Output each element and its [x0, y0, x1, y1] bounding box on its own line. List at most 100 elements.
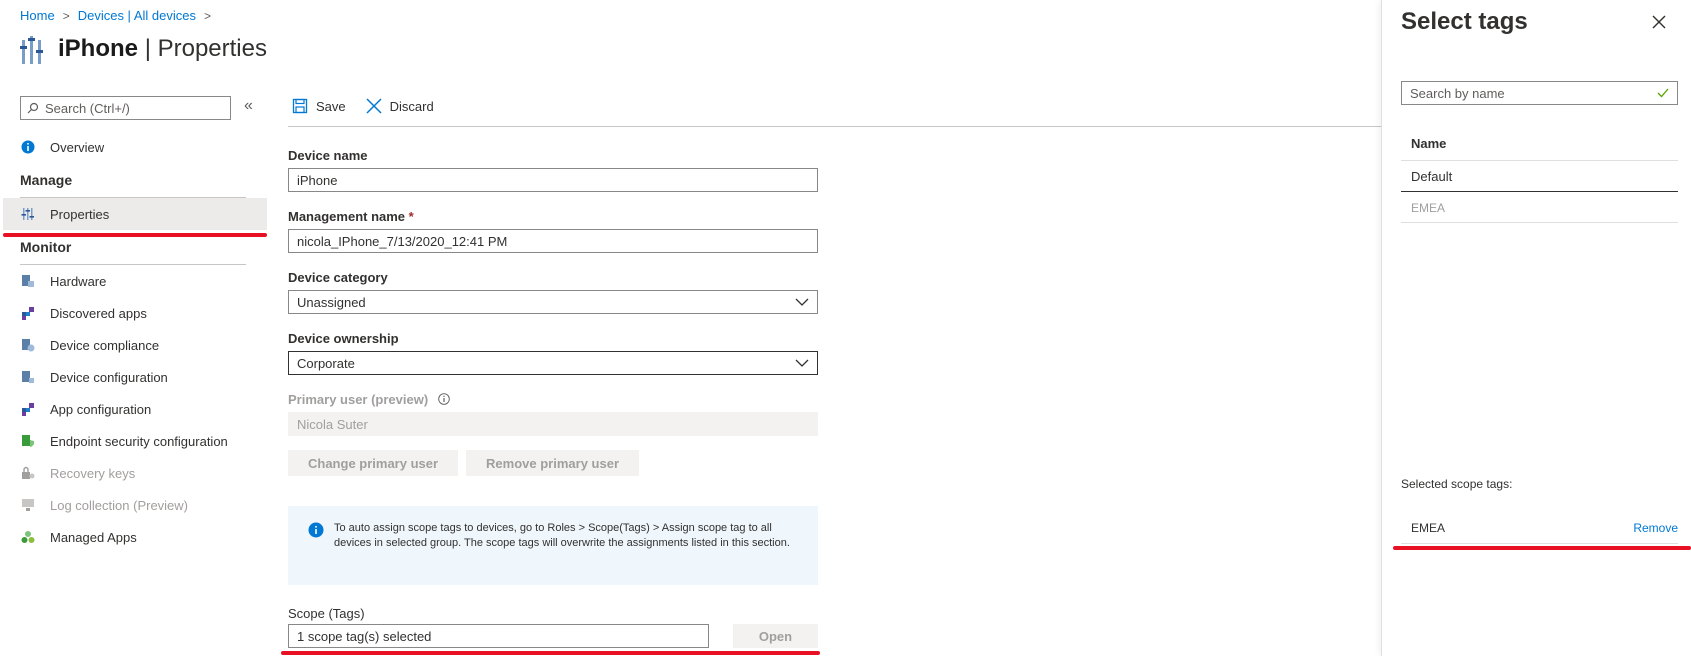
close-icon[interactable]: [1652, 12, 1666, 35]
device-category-label: Device category: [288, 270, 388, 285]
tag-search-placeholder: Search by name: [1410, 85, 1505, 101]
sidebar-item-overview[interactable]: Overview: [0, 131, 270, 163]
divider: [1401, 160, 1678, 161]
management-name-label: Management name *: [288, 209, 414, 224]
primary-user-value: Nicola Suter: [297, 416, 368, 432]
selected-tag-row: EMEA Remove: [1411, 521, 1678, 535]
change-primary-user-button[interactable]: Change primary user: [288, 450, 459, 476]
device-ownership-value: Corporate: [297, 355, 355, 371]
log-icon: [20, 497, 36, 513]
page-header: iPhone | Properties: [20, 34, 267, 64]
device-ownership-label: Device ownership: [288, 331, 399, 346]
device-category-value: Unassigned: [297, 294, 366, 310]
collapse-icon[interactable]: «: [244, 97, 253, 115]
info-banner: To auto assign scope tags to devices, go…: [288, 506, 818, 585]
page-title: iPhone | Properties: [58, 35, 267, 62]
properties-form: Device name iPhone Management name * nic…: [288, 148, 818, 476]
compliance-icon: [20, 337, 36, 353]
breadcrumb-home[interactable]: Home: [20, 8, 55, 23]
device-ownership-select[interactable]: Corporate: [288, 351, 818, 375]
divider: [288, 126, 1381, 127]
tag-search-input[interactable]: Search by name: [1401, 81, 1678, 105]
info-text: To auto assign scope tags to devices, go…: [334, 522, 790, 549]
divider: [1401, 222, 1678, 223]
sidebar: Overview Manage Properties Monitor Hardw…: [0, 131, 270, 553]
save-icon: [292, 98, 308, 114]
device-name-field[interactable]: iPhone: [288, 168, 818, 192]
info-icon: [308, 522, 324, 538]
chevron-right-icon: >: [203, 8, 211, 23]
configuration-icon: [20, 369, 36, 385]
sidebar-item-label: Hardware: [50, 273, 107, 289]
search-icon: [27, 102, 39, 114]
sidebar-item-recovery-keys[interactable]: Recovery keys: [0, 457, 270, 489]
save-label: Save: [316, 98, 346, 114]
info-icon[interactable]: [438, 393, 450, 405]
sidebar-item-label: Endpoint security configuration: [50, 433, 228, 449]
info-icon: [20, 139, 36, 155]
sidebar-item-device-configuration[interactable]: Device configuration: [0, 361, 270, 393]
selected-tags-label: Selected scope tags:: [1401, 477, 1513, 491]
sidebar-item-label: Recovery keys: [50, 465, 136, 481]
sidebar-item-label: Device configuration: [50, 369, 168, 385]
breadcrumb-devices[interactable]: Devices | All devices: [78, 8, 196, 23]
sidebar-search-placeholder: Search (Ctrl+/): [45, 100, 130, 116]
highlight-underline: [281, 651, 820, 655]
primary-user-field: Nicola Suter: [288, 412, 818, 436]
save-button[interactable]: Save: [292, 98, 346, 114]
sidebar-item-log-collection[interactable]: Log collection (Preview): [0, 489, 270, 521]
checkmark-icon: [1657, 88, 1669, 98]
chevron-down-icon: [795, 298, 809, 306]
properties-icon: [20, 34, 46, 64]
divider: [1401, 543, 1678, 544]
device-name-label: Device name: [288, 148, 368, 163]
management-name-field[interactable]: nicola_IPhone_7/13/2020_12:41 PM: [288, 229, 818, 253]
hardware-icon: [20, 273, 36, 289]
sidebar-item-label: Device compliance: [50, 337, 160, 353]
sidebar-item-hardware[interactable]: Hardware: [0, 265, 270, 297]
scope-tags-value: 1 scope tag(s) selected: [297, 628, 432, 644]
sidebar-item-label: Log collection (Preview): [50, 497, 189, 513]
sidebar-item-device-compliance[interactable]: Device compliance: [0, 329, 270, 361]
open-button[interactable]: Open: [733, 624, 818, 648]
sidebar-item-app-configuration[interactable]: App configuration: [0, 393, 270, 425]
tag-row-emea[interactable]: EMEA: [1411, 201, 1445, 215]
select-tags-panel: Select tags Search by name Name Default …: [1381, 0, 1691, 656]
selected-tag-name: EMEA: [1411, 521, 1446, 535]
sidebar-item-managed-apps[interactable]: Managed Apps: [0, 521, 270, 553]
properties-icon: [20, 206, 36, 222]
device-category-select[interactable]: Unassigned: [288, 290, 818, 314]
endpoint-security-icon: [20, 433, 36, 449]
sidebar-item-label: Overview: [50, 139, 105, 155]
management-name-value: nicola_IPhone_7/13/2020_12:41 PM: [297, 233, 508, 249]
discard-label: Discard: [389, 98, 434, 114]
toolbar: Save Discard: [292, 98, 434, 114]
sidebar-item-label: Managed Apps: [50, 529, 137, 545]
sidebar-search-input[interactable]: Search (Ctrl+/): [20, 96, 231, 120]
sidebar-item-discovered-apps[interactable]: Discovered apps: [0, 297, 270, 329]
managed-apps-icon: [20, 529, 36, 545]
breadcrumb: Home > Devices | All devices >: [20, 8, 211, 23]
device-name-value: iPhone: [297, 172, 338, 188]
app-config-icon: [20, 401, 36, 417]
column-header-name: Name: [1411, 136, 1447, 151]
apps-icon: [20, 305, 36, 321]
section-manage: Manage: [20, 172, 73, 188]
sidebar-item-label: App configuration: [50, 401, 152, 417]
sidebar-item-label: Properties: [50, 206, 110, 222]
chevron-right-icon: >: [62, 8, 70, 23]
scope-tags-field[interactable]: 1 scope tag(s) selected: [288, 624, 709, 648]
remove-tag-link[interactable]: Remove: [1633, 521, 1678, 535]
sidebar-item-label: Discovered apps: [50, 305, 147, 321]
sidebar-item-endpoint-security[interactable]: Endpoint security configuration: [0, 425, 270, 457]
discard-button[interactable]: Discard: [366, 98, 434, 114]
primary-user-label: Primary user (preview): [288, 392, 818, 407]
remove-primary-user-button[interactable]: Remove primary user: [466, 450, 639, 476]
close-icon: [366, 98, 382, 114]
tag-row-default[interactable]: Default: [1411, 169, 1452, 184]
sidebar-item-properties[interactable]: Properties: [3, 198, 267, 230]
key-icon: [20, 465, 36, 481]
scope-tags-label: Scope (Tags): [288, 606, 365, 621]
panel-title: Select tags: [1401, 8, 1528, 35]
highlight-underline: [3, 233, 267, 237]
